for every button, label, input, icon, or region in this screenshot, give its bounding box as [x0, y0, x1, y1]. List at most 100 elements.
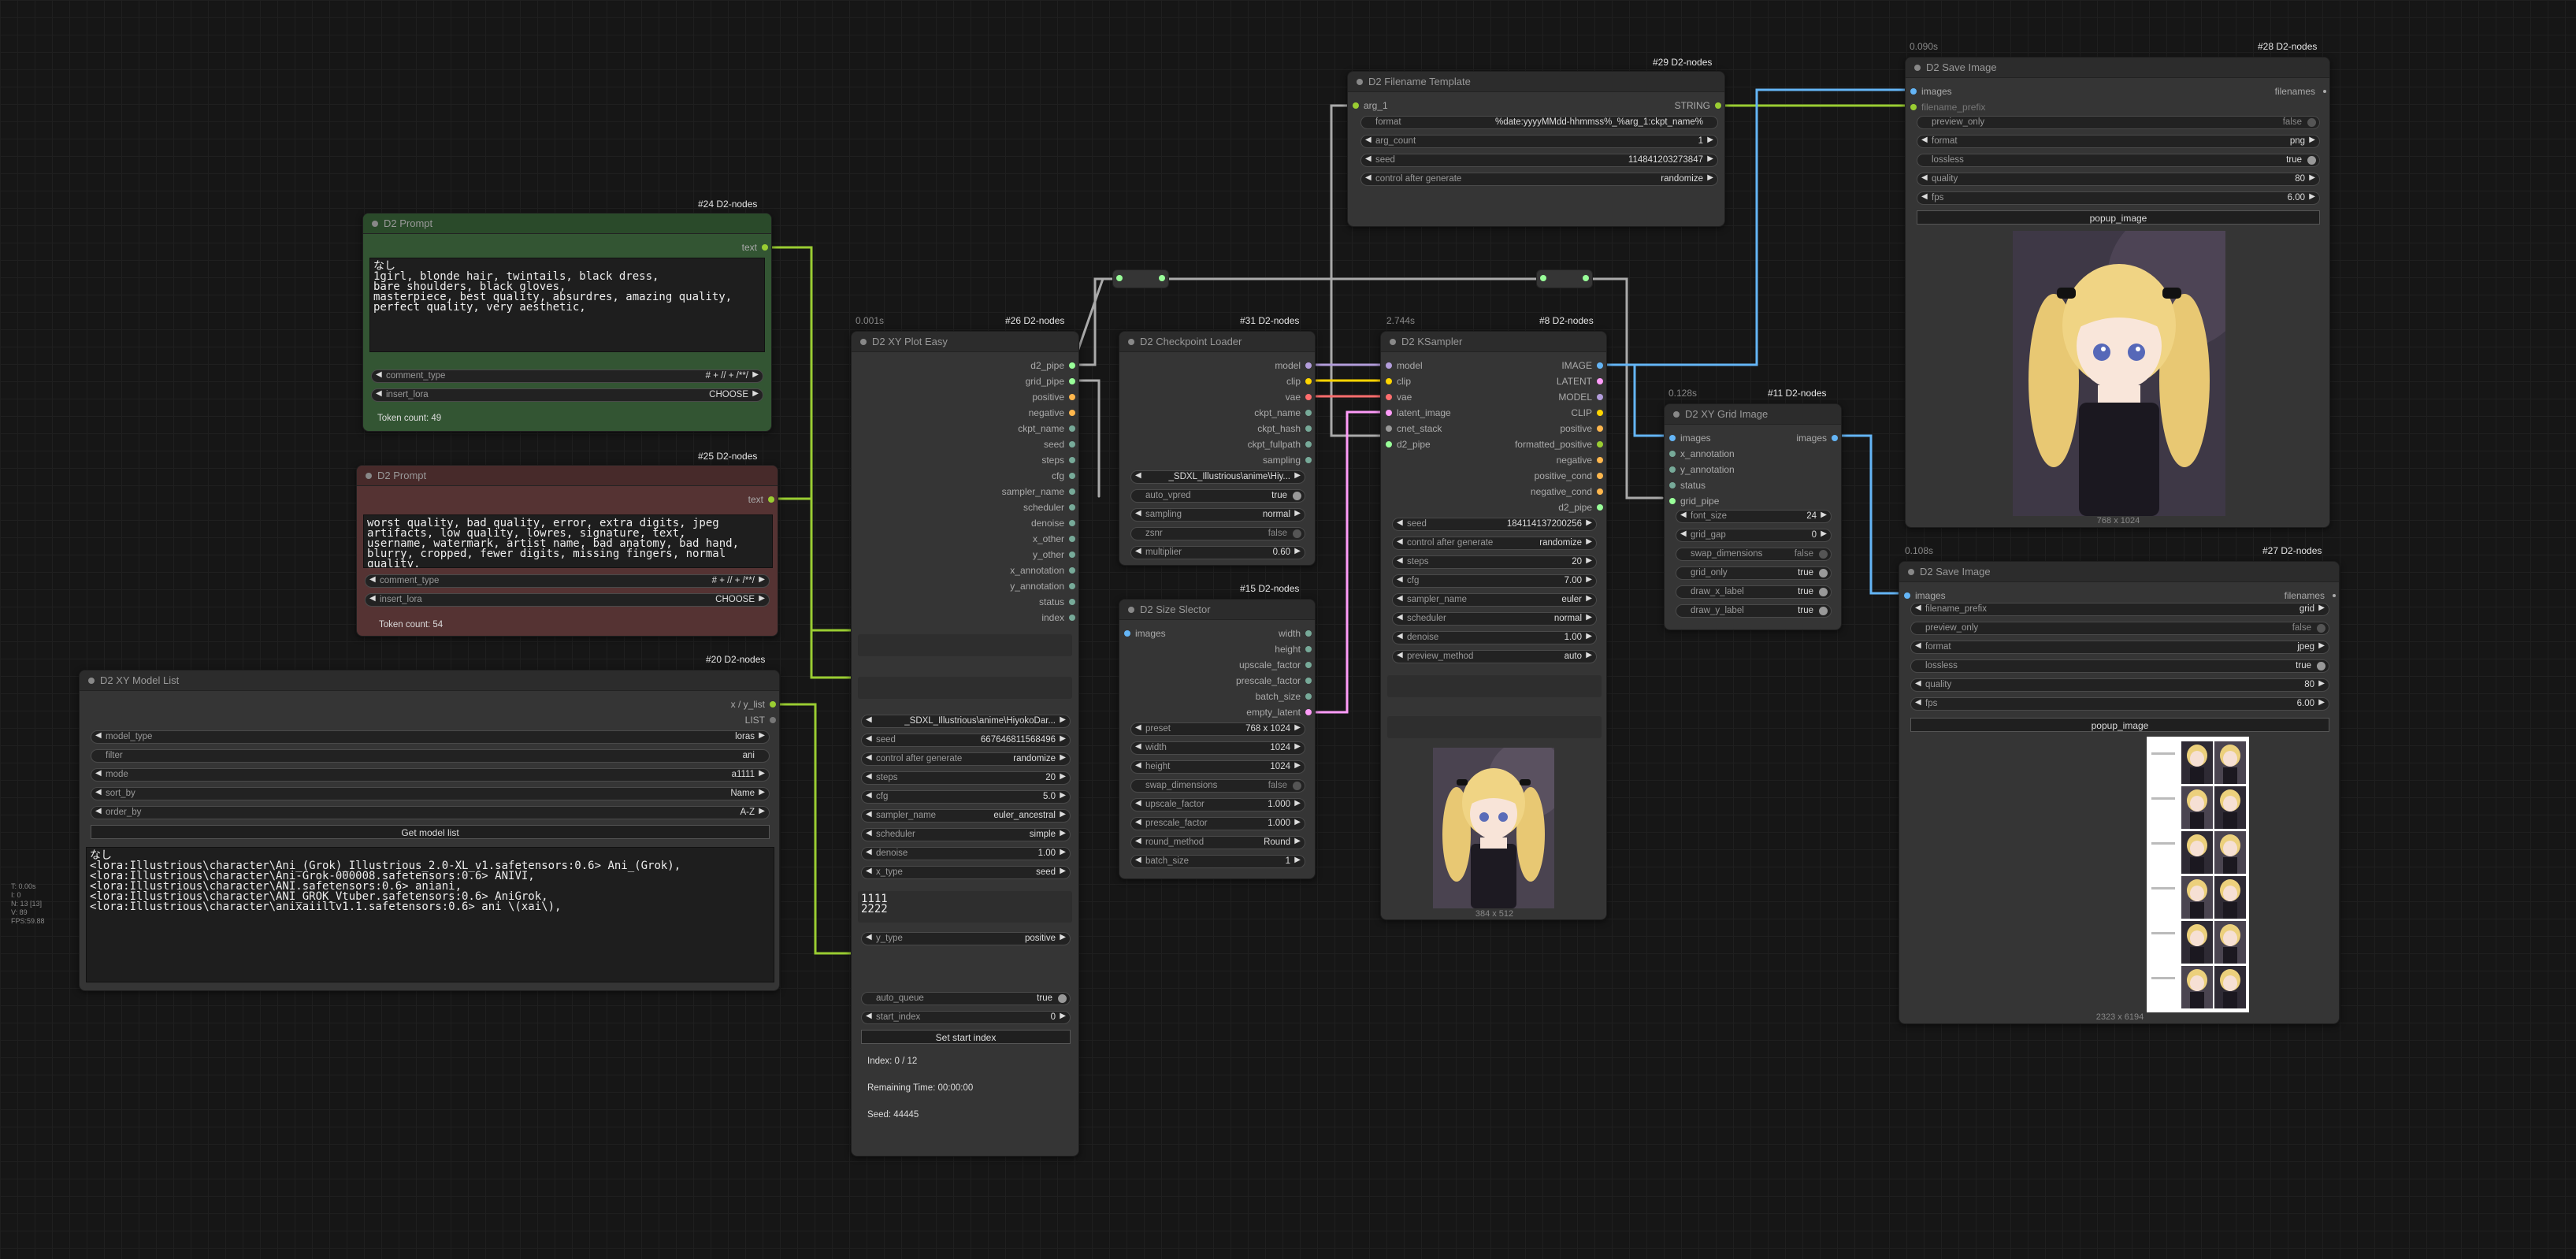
output-text[interactable]: text: [742, 242, 768, 253]
prompt-textarea[interactable]: なし 1girl, blonde hair, twintails, black …: [369, 258, 765, 352]
set-start-index-button[interactable]: Set start index: [861, 1030, 1071, 1044]
collapse-dot[interactable]: [1357, 79, 1363, 85]
preview-method-widget[interactable]: ◀ preview_method auto ▶: [1392, 650, 1597, 663]
prompt-positive-node[interactable]: D2 Prompt text なし 1girl, blonde hair, tw…: [362, 213, 772, 432]
upscale-factor-widget[interactable]: ◀ upscale_factor 1.000 ▶: [1130, 798, 1305, 811]
model-type-combo[interactable]: ◀ model_type loras ▶: [91, 730, 770, 744]
output-clip[interactable]: clip: [1286, 376, 1312, 387]
lossless-toggle[interactable]: lossless true: [1910, 659, 2329, 673]
sampler-name-widget[interactable]: ◀ sampler_name euler_ancestral ▶: [861, 809, 1071, 823]
node-title[interactable]: D2 Save Image: [1906, 58, 2329, 78]
node-title[interactable]: D2 XY Model List: [80, 670, 779, 691]
xy-model-list-node[interactable]: D2 XY Model List x / y_list LIST ◀ model_…: [79, 670, 780, 991]
steps-widget[interactable]: ◀ steps 20 ▶: [1392, 555, 1597, 569]
node-title[interactable]: D2 KSampler: [1381, 332, 1606, 352]
grid-gap-widget[interactable]: ◀ grid_gap 0 ▶: [1676, 529, 1832, 542]
filter-field[interactable]: filter ani: [91, 749, 770, 763]
save-image-bottom-node[interactable]: D2 Save Image images filenames ◀ filename…: [1899, 561, 2340, 1024]
input-x-annotation[interactable]: x_annotation: [1669, 448, 1735, 459]
insert-lora-combo[interactable]: ◀ insert_lora CHOOSE ▶: [365, 593, 770, 607]
batch-size-widget[interactable]: ◀ batch_size 1 ▶: [1130, 855, 1305, 868]
insert-lora-combo[interactable]: ◀ insert_lora CHOOSE ▶: [371, 388, 763, 402]
model-list-textarea[interactable]: なし <lora:Illustrious\character\Ani_(Grok…: [86, 847, 774, 982]
sort-by-combo[interactable]: ◀ sort_by Name ▶: [91, 787, 770, 800]
prompt-negative-node[interactable]: D2 Prompt text worst quality, bad qualit…: [356, 465, 778, 637]
steps-widget[interactable]: ◀ steps 20 ▶: [861, 771, 1071, 785]
output-positive-cond[interactable]: positive_cond: [1535, 470, 1603, 481]
model-widget[interactable]: ◀ _SDXL_Illustrious\anime\Hiy... ▶: [1130, 470, 1305, 484]
output-negative[interactable]: negative: [1557, 455, 1603, 466]
input-clip[interactable]: clip: [1386, 376, 1411, 387]
cfg-widget[interactable]: ◀ cfg 7.00 ▶: [1392, 574, 1597, 588]
reroute-hub-1[interactable]: [1112, 269, 1169, 288]
input-slot-bar[interactable]: [858, 677, 1072, 699]
output-latent[interactable]: LATENT: [1557, 376, 1603, 387]
height-widget[interactable]: ◀ height 1024 ▶: [1130, 760, 1305, 774]
output-text[interactable]: text: [748, 494, 774, 505]
input-images[interactable]: images: [1910, 86, 1952, 97]
y-type-combo[interactable]: ◀ y_type positive ▶: [861, 932, 1071, 945]
sampling-widget[interactable]: ◀ sampling normal ▶: [1130, 508, 1305, 522]
input-y-annotation[interactable]: y_annotation: [1669, 464, 1735, 475]
output-d2-pipe[interactable]: d2_pipe: [1030, 360, 1075, 371]
output-string[interactable]: STRING: [1675, 100, 1721, 111]
reroute-hub-2[interactable]: [1536, 269, 1593, 288]
ksampler-node[interactable]: D2 KSampler model clip vae latent_image cnet…: [1380, 331, 1607, 920]
output-positive[interactable]: positive: [1032, 392, 1075, 403]
output-index[interactable]: index: [1041, 612, 1075, 623]
grid-only-toggle[interactable]: grid_only true: [1676, 566, 1832, 580]
output-upscale-factor[interactable]: upscale_factor: [1239, 659, 1312, 670]
output-vae[interactable]: vae: [1286, 392, 1312, 403]
collapse-dot[interactable]: [1673, 411, 1680, 418]
output-ckpt-name[interactable]: ckpt_name: [1254, 407, 1312, 418]
arg-count-number[interactable]: ◀ arg_count 1 ▶: [1360, 135, 1718, 148]
quality-widget[interactable]: ◀ quality 80 ▶: [1910, 678, 2329, 692]
output-ckpt-hash[interactable]: ckpt_hash: [1257, 423, 1312, 434]
prescale-factor-widget[interactable]: ◀ prescale_factor 1.000 ▶: [1130, 817, 1305, 830]
input-images[interactable]: images: [1904, 590, 1946, 601]
auto-queue-toggle[interactable]: auto_queue true: [861, 992, 1071, 1005]
multiplier-widget[interactable]: ◀ multiplier 0.60 ▶: [1130, 546, 1305, 559]
output-cfg[interactable]: cfg: [1052, 470, 1075, 481]
collapse-dot[interactable]: [372, 221, 378, 227]
swap-dimensions-toggle[interactable]: swap_dimensions false: [1130, 779, 1305, 793]
checkpoint-loader-node[interactable]: D2 Checkpoint Loader model clip vae ckpt_na…: [1119, 331, 1316, 566]
draw-x-label-toggle[interactable]: draw_x_label true: [1676, 585, 1832, 599]
fps-widget[interactable]: ◀ fps 6.00 ▶: [1910, 697, 2329, 711]
font-size-widget[interactable]: ◀ font_size 24 ▶: [1676, 510, 1832, 523]
output-x-other[interactable]: x_other: [1033, 533, 1075, 544]
lossless-toggle[interactable]: lossless true: [1917, 154, 2320, 167]
mode-combo[interactable]: ◀ mode a1111 ▶: [91, 768, 770, 782]
control-after-generate-widget[interactable]: ◀ control after generate randomize ▶: [861, 752, 1071, 766]
output-grid-pipe[interactable]: grid_pipe: [1026, 376, 1075, 387]
denoise-widget[interactable]: ◀ denoise 1.00 ▶: [861, 847, 1071, 860]
collapse-dot[interactable]: [1128, 607, 1134, 613]
input-images[interactable]: images: [1669, 433, 1711, 444]
x-list-text[interactable]: 1111 2222: [858, 891, 1072, 923]
sampler-name-widget[interactable]: ◀ sampler_name euler ▶: [1392, 593, 1597, 607]
input-grid-pipe[interactable]: grid_pipe: [1669, 496, 1719, 507]
input-images[interactable]: images: [1124, 628, 1166, 639]
output-empty-latent[interactable]: empty_latent: [1246, 707, 1312, 718]
grid-output-image[interactable]: [2147, 737, 2249, 1012]
output-negative[interactable]: negative: [1029, 407, 1075, 418]
format-field[interactable]: format %date:yyyyMMdd-hhmmss%_%arg_1:ckpt…: [1360, 116, 1718, 129]
node-title[interactable]: D2 Filename Template: [1348, 72, 1724, 92]
start-index-number[interactable]: ◀ start_index 0 ▶: [861, 1011, 1071, 1024]
output-formatted-positive[interactable]: formatted_positive: [1515, 439, 1603, 450]
collapse-dot[interactable]: [1128, 339, 1134, 345]
output-ckpt-fullpath[interactable]: ckpt_fullpath: [1248, 439, 1312, 450]
order-by-combo[interactable]: ◀ order_by A-Z ▶: [91, 806, 770, 819]
collapse-dot[interactable]: [860, 339, 867, 345]
round-method-widget[interactable]: ◀ round_method Round ▶: [1130, 836, 1305, 849]
input-status[interactable]: status: [1669, 480, 1706, 491]
input-latent-image[interactable]: latent_image: [1386, 407, 1451, 418]
output-batch-size[interactable]: batch_size: [1256, 691, 1312, 702]
output-ckpt-name[interactable]: ckpt_name: [1018, 423, 1075, 434]
output-filenames[interactable]: filenames: [2285, 590, 2336, 601]
draw-y-label-toggle[interactable]: draw_y_label true: [1676, 604, 1832, 618]
output-x-annotation[interactable]: x_annotation: [1010, 565, 1075, 576]
output-scheduler[interactable]: scheduler: [1023, 502, 1075, 513]
output-height[interactable]: height: [1275, 644, 1312, 655]
node-title[interactable]: D2 XY Grid Image: [1665, 404, 1841, 425]
